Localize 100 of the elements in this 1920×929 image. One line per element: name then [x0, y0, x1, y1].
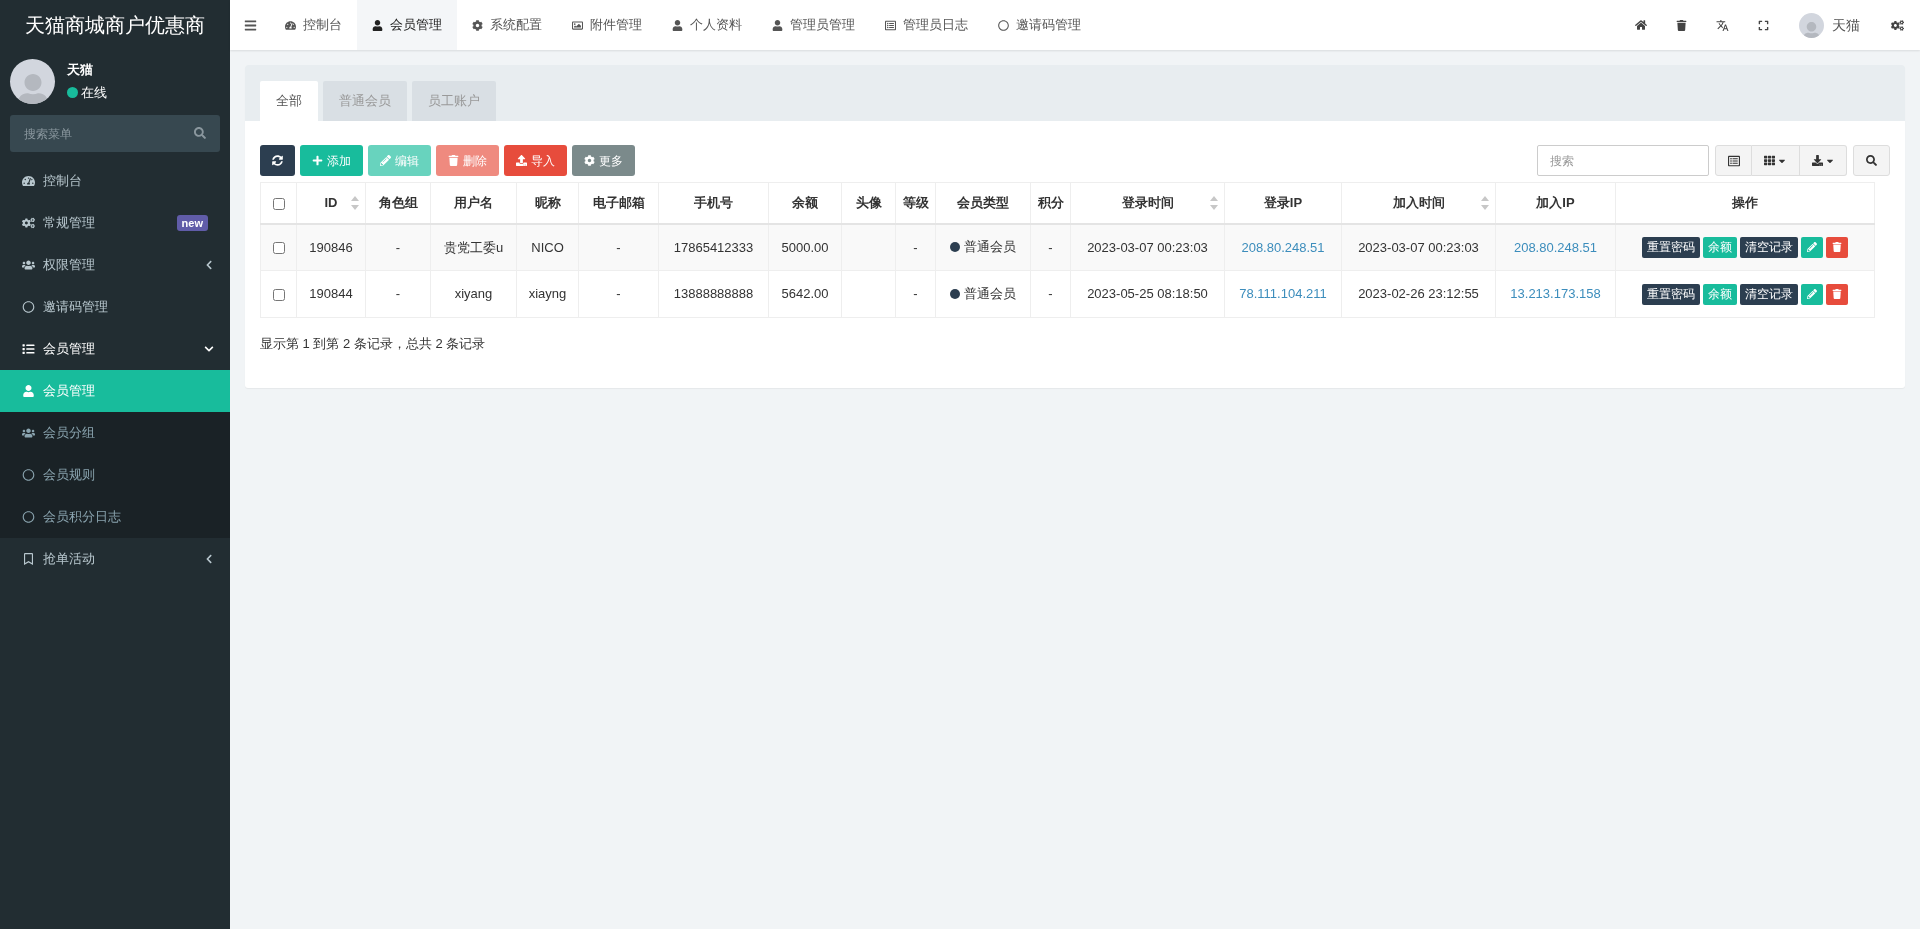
filter-tab[interactable]: 全部	[260, 81, 318, 121]
user-icon	[772, 19, 783, 31]
header-cell: 昵称	[516, 182, 579, 224]
row-action-button[interactable]: 清空记录	[1740, 236, 1798, 258]
select-all-checkbox[interactable]	[272, 197, 285, 210]
header-cell[interactable]: 加入时间	[1341, 182, 1496, 224]
users-icon	[22, 427, 35, 439]
row-checkbox[interactable]	[272, 242, 285, 255]
nav-tab[interactable]: 管理员日志	[870, 0, 983, 50]
table-cell: -	[616, 239, 621, 255]
nav-tab[interactable]: 管理员管理	[757, 0, 870, 50]
list-icon	[1727, 154, 1740, 167]
table-cell: NICO	[531, 239, 564, 255]
menu-search-field[interactable]: 搜索菜单	[10, 115, 220, 152]
new-badge: new	[176, 215, 208, 231]
edit-button[interactable]	[1801, 236, 1823, 258]
nav-tab[interactable]: 邀请码管理	[983, 0, 1096, 50]
pagination-info: 显示第 1 到第 2 条记录，总共 2 条记录	[260, 335, 487, 353]
user-name: 天猫	[67, 60, 94, 79]
row-action-button[interactable]: 重置密码	[1642, 283, 1700, 305]
delete-button[interactable]	[1826, 236, 1848, 258]
person-silhouette-icon	[1802, 21, 1821, 38]
sidebar-item[interactable]: 权限管理	[0, 244, 230, 286]
import-button[interactable]: 导入	[504, 145, 567, 176]
search-icon	[194, 127, 206, 139]
submenu-item[interactable]: 会员分组	[0, 412, 230, 454]
sidebar-item[interactable]: 抢单活动	[0, 538, 230, 580]
nav-tab[interactable]: 系统配置	[457, 0, 557, 50]
table-cell-text: 普通会员	[964, 284, 1016, 303]
table-search-field[interactable]: 搜索	[1537, 145, 1709, 176]
grid-icon	[1764, 155, 1775, 166]
trash-icon	[448, 155, 459, 166]
dashboard-icon	[22, 175, 35, 187]
table-cell: -	[913, 286, 918, 302]
pencil-icon	[380, 155, 391, 166]
header-cell: 会员类型	[935, 182, 1031, 224]
plus-icon	[312, 155, 323, 166]
table-cell: xiyang	[454, 286, 493, 302]
search-button[interactable]	[1853, 145, 1890, 176]
brand-title: 天猫商城商户优惠商	[24, 13, 206, 38]
submenu-item[interactable]: 会员规则	[0, 454, 230, 496]
sidebar-item[interactable]: 常规管理 new	[0, 202, 230, 244]
toggle-view-button[interactable]	[1715, 145, 1752, 176]
expand-icon	[1758, 19, 1769, 31]
sort-icon	[351, 195, 359, 210]
sidebar-item[interactable]: 控制台	[0, 160, 230, 202]
sidebar-item[interactable]: 邀请码管理	[0, 286, 230, 328]
user-icon	[22, 385, 35, 397]
sidebar-item[interactable]: 会员管理	[0, 328, 230, 370]
header-cell: 余额	[768, 182, 842, 224]
nav-tab[interactable]: 会员管理	[357, 0, 457, 50]
nav-tab[interactable]: 控制台	[270, 0, 357, 50]
table-cell: -	[1048, 286, 1053, 302]
header-cell: 手机号	[658, 182, 769, 224]
table-cell: -	[616, 286, 621, 302]
user-menu[interactable]: 天猫	[1784, 0, 1875, 50]
header-cell: 用户名	[430, 182, 517, 224]
image-icon	[572, 19, 583, 31]
row-action-button[interactable]: 清空记录	[1740, 283, 1798, 305]
header-cell: 角色组	[365, 182, 431, 224]
header-cell: 登录IP	[1224, 182, 1342, 224]
row-checkbox[interactable]	[272, 288, 285, 301]
dashboard-icon	[285, 19, 296, 31]
table-cell: 17865412333	[673, 239, 754, 255]
chevron-left-icon	[204, 554, 214, 564]
sort-icon	[1481, 195, 1489, 210]
users-icon	[22, 259, 35, 271]
table-cell: 2023-05-25 08:18:50	[1087, 286, 1208, 302]
refresh-icon	[272, 155, 283, 166]
user-icon	[372, 19, 383, 31]
nav-tab[interactable]: 附件管理	[557, 0, 657, 50]
gear-icon	[472, 19, 483, 31]
table-cell: 2023-03-07 00:23:03	[1087, 239, 1208, 255]
user-status: 在线	[81, 84, 107, 102]
submenu-item[interactable]: 会员积分日志	[0, 496, 230, 538]
delete-button[interactable]	[1826, 283, 1848, 305]
chevron-down-icon	[204, 344, 214, 354]
nav-tab[interactable]: 个人资料	[657, 0, 757, 50]
more-button[interactable]: 更多	[572, 145, 635, 176]
table-cell-text: 普通会员	[964, 238, 1016, 257]
bookmark-icon	[22, 553, 35, 565]
home-icon	[1634, 19, 1647, 31]
trash-icon	[1832, 289, 1842, 299]
header-cell: 电子邮箱	[578, 182, 659, 224]
header-cell[interactable]: ID	[296, 182, 366, 224]
header-cell: 加入IP	[1495, 182, 1616, 224]
table-cell: -	[1048, 239, 1053, 255]
pencil-icon	[1807, 242, 1817, 253]
export-button[interactable]	[1800, 145, 1847, 176]
settings-icon	[1891, 18, 1904, 32]
header-cell[interactable]: 登录时间	[1070, 182, 1225, 224]
table-cell: 贵党工委u	[443, 239, 504, 255]
table-cell: 2023-03-07 00:23:03	[1358, 239, 1479, 255]
edit-button[interactable]	[1801, 283, 1823, 305]
refresh-button[interactable]	[260, 145, 295, 176]
table-cell: -	[395, 239, 401, 255]
row-action-button[interactable]: 重置密码	[1642, 236, 1700, 258]
columns-button[interactable]	[1752, 145, 1800, 176]
header-cell: 等级	[895, 182, 936, 224]
table-cell: 13888888888	[673, 286, 754, 302]
